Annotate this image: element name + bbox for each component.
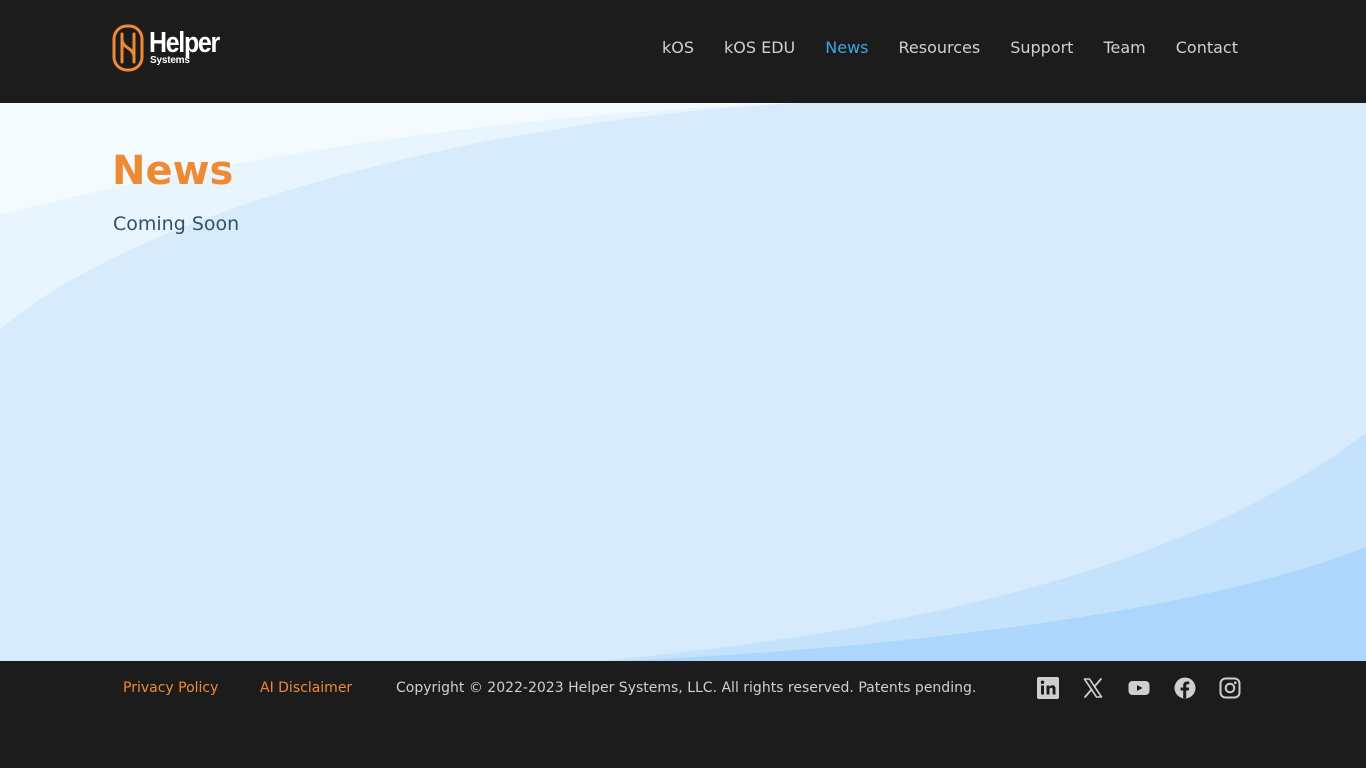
copyright-text: Copyright © 2022-2023 Helper Systems, LL…	[396, 680, 977, 696]
x-icon[interactable]	[1081, 676, 1105, 700]
main-nav: kOS kOS EDU News Resources Support Team …	[662, 37, 1238, 59]
ai-disclaimer-link[interactable]: AI Disclaimer	[260, 678, 352, 698]
site-footer: Privacy Policy AI Disclaimer Copyright ©…	[0, 661, 1366, 768]
logo-subtitle: Systems	[150, 55, 190, 66]
nav-resources[interactable]: Resources	[898, 37, 980, 59]
nav-team[interactable]: Team	[1103, 37, 1145, 59]
helper-systems-logo[interactable]: Helper Systems	[112, 24, 232, 72]
site-header: Helper Systems kOS kOS EDU News Resource…	[0, 0, 1366, 103]
instagram-icon[interactable]	[1218, 676, 1242, 700]
linkedin-icon[interactable]	[1036, 676, 1060, 700]
nav-kos-edu[interactable]: kOS EDU	[724, 37, 795, 59]
youtube-icon[interactable]	[1127, 676, 1151, 700]
nav-news[interactable]: News	[825, 37, 868, 59]
nav-support[interactable]: Support	[1010, 37, 1073, 59]
privacy-policy-link[interactable]: Privacy Policy	[123, 678, 218, 698]
facebook-icon[interactable]	[1173, 676, 1197, 700]
nav-kos[interactable]: kOS	[662, 37, 694, 59]
main-content: News Coming Soon	[0, 103, 1366, 661]
page-title: News	[112, 148, 234, 194]
nav-contact[interactable]: Contact	[1176, 37, 1238, 59]
page-subtitle: Coming Soon	[113, 213, 240, 235]
helper-logo-mark-icon	[112, 24, 144, 72]
